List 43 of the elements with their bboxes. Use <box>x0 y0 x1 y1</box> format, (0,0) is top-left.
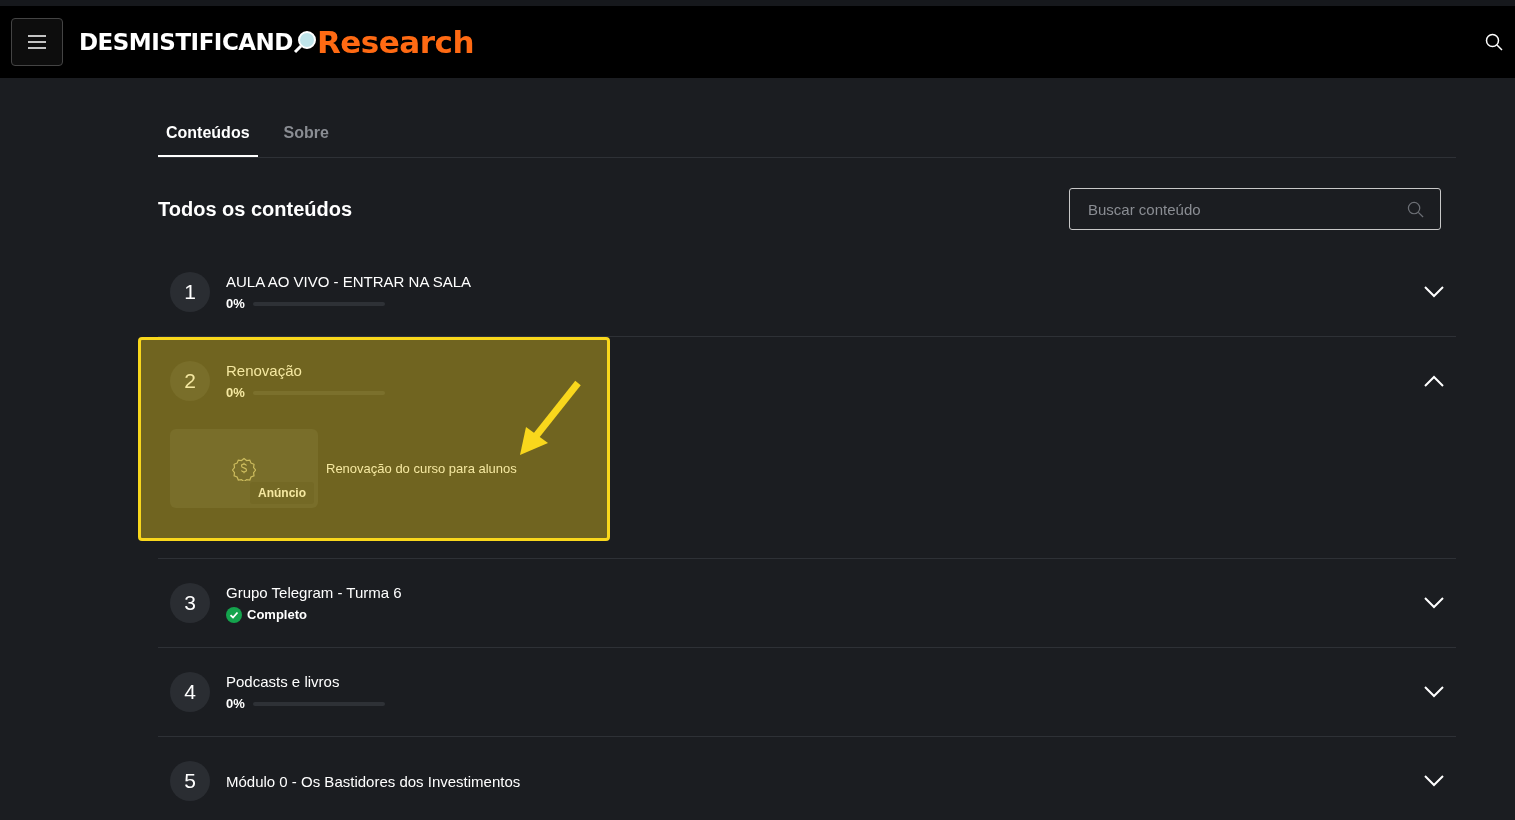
menu-button[interactable] <box>11 18 63 66</box>
check-icon <box>226 606 242 623</box>
chevron-down-icon <box>1424 775 1444 787</box>
expand-toggle[interactable] <box>1424 686 1444 698</box>
module-title[interactable]: Módulo 0 - Os Bastidores dos Investimentos <box>226 772 521 790</box>
module-title[interactable]: Grupo Telegram - Turma 6 <box>226 583 402 601</box>
module-title[interactable]: Renovação <box>226 362 385 379</box>
chevron-up-icon <box>1424 375 1444 387</box>
arrow-icon <box>518 379 582 457</box>
expand-toggle[interactable] <box>1424 597 1444 609</box>
magnifier-logo-icon <box>292 30 317 54</box>
tab[interactable]: Conteúdos <box>158 124 258 157</box>
chevron-down-icon <box>1424 597 1444 609</box>
module-number: 5 <box>170 761 210 801</box>
logo-accent-text: Research <box>316 24 474 60</box>
search-input[interactable]: Buscar conteúdo <box>1086 199 1407 219</box>
dollar-badge-icon <box>232 456 256 481</box>
search-icon <box>1485 33 1503 51</box>
progress-text: 0% <box>226 296 245 311</box>
lesson-thumbnail[interactable]: Anúncio <box>170 429 318 508</box>
chevron-down-icon <box>1424 686 1444 698</box>
progress-text: 0% <box>226 385 245 400</box>
search-icon <box>1407 200 1424 218</box>
module-number: 1 <box>170 272 210 312</box>
search-field[interactable]: Buscar conteúdo <box>1069 188 1441 230</box>
tab[interactable]: Sobre <box>275 124 337 157</box>
expand-toggle[interactable] <box>1424 775 1444 787</box>
lesson-badge: Anúncio <box>250 482 314 504</box>
expand-toggle[interactable] <box>1424 286 1444 298</box>
logo-text: DESMISTIFICAND <box>79 29 293 55</box>
module-number: 4 <box>170 672 210 712</box>
module-number: 3 <box>170 583 210 623</box>
lesson-title[interactable]: Renovação do curso para alunos <box>326 461 517 476</box>
menu-icon <box>28 35 46 49</box>
progress-text: 0% <box>226 696 245 711</box>
section-heading: Todos os conteúdos <box>158 197 353 221</box>
chevron-down-icon <box>1424 286 1444 298</box>
module-title[interactable]: Podcasts e livros <box>226 673 385 690</box>
search-button[interactable] <box>1485 33 1503 51</box>
module-number: 2 <box>170 361 210 401</box>
status-text: Completo <box>247 607 307 622</box>
expand-toggle[interactable] <box>1424 375 1444 387</box>
module-title[interactable]: AULA AO VIVO - ENTRAR NA SALA <box>226 273 472 290</box>
